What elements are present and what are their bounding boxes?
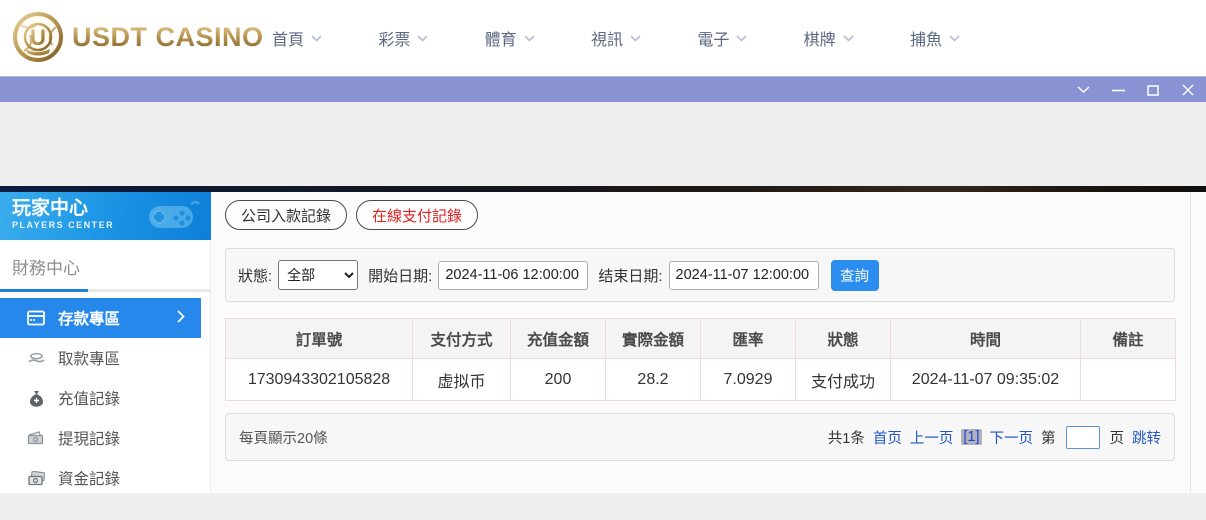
nav-item-slots[interactable]: 電子 (697, 26, 747, 50)
nav-item-live-video[interactable]: 視訊 (591, 26, 641, 50)
sidebar-item-deposit-zone[interactable]: 存款專區 (0, 298, 201, 338)
cell-remark (1080, 358, 1176, 401)
main-nav: 首頁 彩票 體育 視訊 電子 棋牌 捕魚 (272, 0, 960, 76)
sidebar-header: 玩家中心 PLAYERS CENTER (0, 192, 211, 240)
chevron-down-icon (843, 34, 854, 42)
status-label: 狀態: (238, 267, 273, 285)
tab-company-deposit-records[interactable]: 公司入款記錄 (225, 200, 348, 230)
brand-name: USDT CASINO (72, 21, 264, 52)
col-actual-amount: 實際金額 (605, 318, 701, 359)
col-remark: 備註 (1080, 318, 1176, 359)
table-header-row: 訂單號 支付方式 充值金額 實際金額 匯率 狀態 時間 備註 (225, 318, 1176, 359)
col-status: 狀態 (795, 318, 891, 359)
col-time: 時間 (890, 318, 1081, 359)
pager: 共1条 首页 上一页 [1] 下一页 第 页 跳转 (827, 425, 1161, 449)
filter-bar: 狀態: 全部 開始日期: 结束日期: 查詢 (225, 248, 1175, 302)
cell-actual-amount: 28.2 (605, 358, 701, 401)
window-controls (1075, 77, 1196, 103)
nav-item-home[interactable]: 首頁 (272, 26, 322, 50)
sidebar-menu: 存款專區 取款專區 充值記錄 提現記錄 資金記錄 (0, 298, 210, 498)
prev-page-link[interactable]: 上一页 (910, 427, 954, 448)
sidebar-item-withdrawal-records[interactable]: 提現記錄 (0, 418, 210, 458)
cell-status: 支付成功 (795, 358, 891, 401)
nav-item-fishing[interactable]: 捕魚 (910, 26, 960, 50)
window-minimize-icon[interactable] (1110, 82, 1126, 98)
end-date-input[interactable] (668, 260, 819, 290)
sidebar-item-label: 存款專區 (58, 311, 121, 328)
content-right-divider (1190, 192, 1191, 493)
gamepad-icon (149, 201, 200, 228)
total-count: 共1条 (827, 430, 865, 447)
col-order-no: 訂單號 (225, 318, 413, 359)
record-tabs: 公司入款記錄 在線支付記錄 (225, 200, 479, 230)
cash-stack-icon (27, 469, 45, 487)
jump-prefix: 第 (1041, 430, 1056, 447)
banknote-icon (27, 429, 45, 447)
col-pay-method: 支付方式 (412, 318, 511, 359)
window-close-icon[interactable] (1180, 82, 1196, 98)
jump-button[interactable]: 跳转 (1132, 427, 1161, 448)
hand-money-icon (27, 349, 45, 367)
start-date-input[interactable] (438, 260, 589, 290)
status-select[interactable]: 全部 (278, 260, 359, 290)
tab-online-payment-records[interactable]: 在線支付記錄 (356, 200, 479, 230)
main-content: 公司入款記錄 在線支付記錄 狀態: 全部 開始日期: 结束日期: 查詢 訂單號 (211, 192, 1206, 493)
cell-time: 2024-11-07 09:35:02 (890, 358, 1081, 401)
pagination-bar: 每頁顯示20條 共1条 首页 上一页 [1] 下一页 第 页 跳转 (225, 413, 1175, 461)
svg-text:U: U (30, 25, 46, 50)
player-center-sidebar: 玩家中心 PLAYERS CENTER 財務中心 存款專區 取款專區 充值記錄 … (0, 192, 211, 493)
first-page-link[interactable]: 首页 (873, 427, 902, 448)
table-row: 1730943302105828 虚拟币 200 28.2 7.0929 支付成… (225, 358, 1176, 401)
window-chevron-down-icon[interactable] (1075, 82, 1091, 98)
nav-item-sports[interactable]: 體育 (485, 26, 535, 50)
current-page-indicator: [1] (961, 429, 982, 445)
sidebar-item-recharge-records[interactable]: 充值記錄 (0, 378, 210, 418)
cell-order-no: 1730943302105828 (225, 358, 413, 401)
sidebar-item-label: 提現記錄 (58, 431, 121, 448)
sidebar-item-label: 取款專區 (58, 351, 121, 368)
col-amount: 充值金額 (510, 318, 606, 359)
money-bag-icon (27, 389, 45, 407)
deposit-records-table: 訂單號 支付方式 充值金額 實際金額 匯率 狀態 時間 備註 173094330… (225, 318, 1176, 401)
chevron-down-icon (524, 34, 535, 42)
sidebar-item-withdraw-zone[interactable]: 取款專區 (0, 338, 210, 378)
chevron-down-icon (417, 34, 428, 42)
cell-rate: 7.0929 (700, 358, 796, 401)
window-titlebar (0, 76, 1206, 102)
col-rate: 匯率 (700, 318, 796, 359)
app-window: U USDT CASINO 首頁 彩票 體育 視訊 電子 棋牌 捕魚 玩家中心 … (0, 0, 1206, 520)
jump-page-input[interactable] (1065, 425, 1100, 449)
chevron-down-icon (311, 34, 322, 42)
sidebar-item-label: 充值記錄 (58, 391, 121, 408)
deposit-card-icon (27, 309, 45, 327)
sidebar-item-funds-records[interactable]: 資金記錄 (0, 458, 210, 498)
end-date-label: 结束日期: (598, 267, 663, 285)
next-page-link[interactable]: 下一页 (990, 427, 1034, 448)
jump-suffix: 页 (1109, 430, 1125, 447)
site-header: U USDT CASINO 首頁 彩票 體育 視訊 電子 棋牌 捕魚 (0, 0, 1206, 76)
sidebar-item-label: 資金記錄 (58, 471, 121, 488)
nav-item-board-games[interactable]: 棋牌 (804, 26, 854, 50)
chevron-down-icon (630, 34, 641, 42)
page-size-text: 每頁顯示20條 (239, 430, 328, 447)
search-button[interactable]: 查詢 (830, 259, 879, 291)
chevron-down-icon (949, 34, 960, 42)
window-maximize-icon[interactable] (1145, 82, 1161, 98)
chevron-right-icon (177, 310, 185, 328)
chevron-down-icon (736, 34, 747, 42)
cell-pay-method: 虚拟币 (412, 358, 511, 401)
sidebar-section-title: 財務中心 (12, 259, 80, 278)
brand-logo[interactable]: U USDT CASINO (12, 11, 264, 63)
section-underline (0, 289, 211, 292)
start-date-label: 開始日期: (368, 267, 433, 285)
usdt-casino-logo-icon: U (13, 12, 63, 62)
cell-amount: 200 (510, 358, 606, 401)
nav-item-lottery[interactable]: 彩票 (378, 26, 428, 50)
